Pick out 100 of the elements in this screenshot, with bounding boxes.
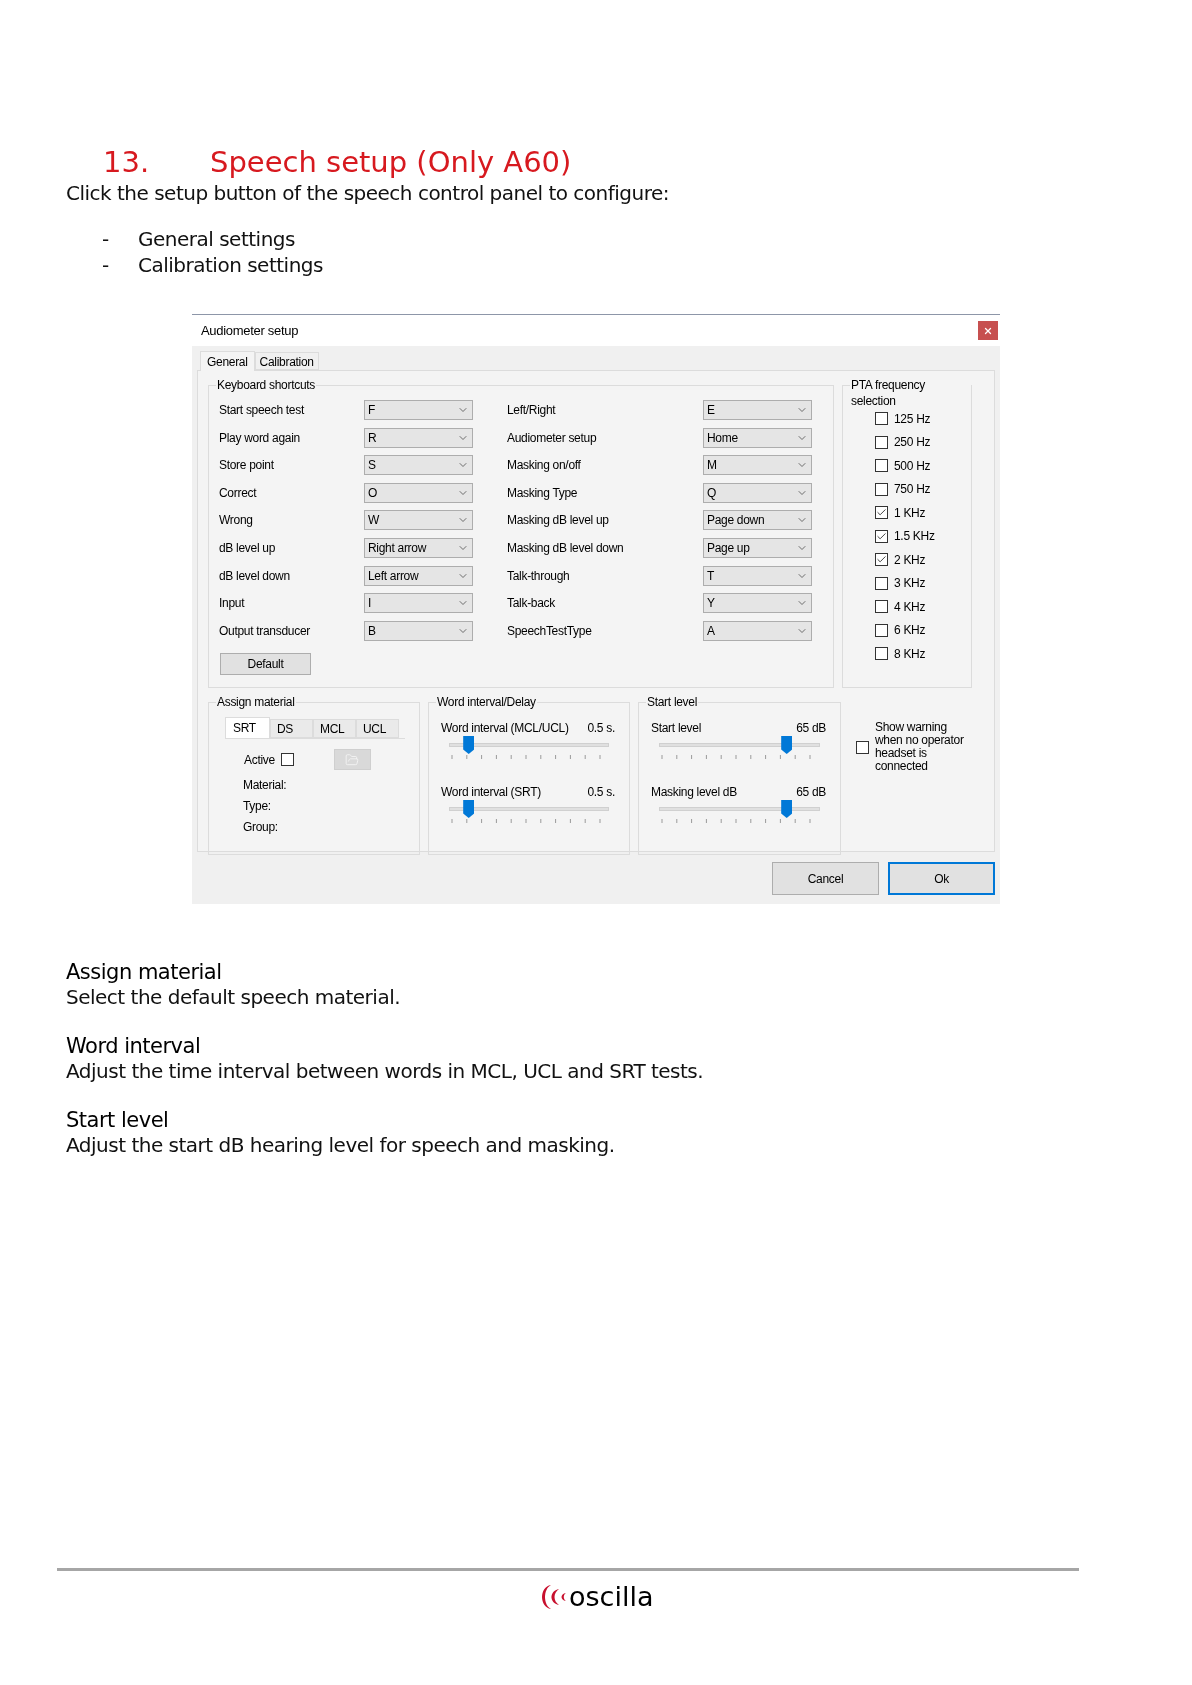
material-tab[interactable]: MCL (313, 719, 356, 738)
group-title: Assign material (216, 694, 296, 710)
slider-label: Word interval (SRT) (441, 784, 541, 801)
heading-title: Speech setup (Only A60) (210, 144, 572, 180)
slider-thumb[interactable] (463, 800, 475, 818)
slider-reading: 65 dB (796, 784, 826, 801)
slider-thumb[interactable] (781, 800, 793, 818)
dropdown[interactable]: E (703, 400, 812, 420)
frequency-label: 750 Hz (894, 481, 931, 498)
default-button[interactable]: Default (220, 652, 311, 675)
tab[interactable]: General (200, 351, 255, 371)
dropdown[interactable]: A (703, 620, 812, 641)
frequency-label: 1.5 KHz (894, 528, 935, 545)
frequency-label: 3 KHz (894, 575, 926, 592)
shortcut-label: Left/Right (507, 402, 557, 419)
dropdown[interactable]: T (703, 565, 812, 586)
close-button[interactable] (978, 321, 998, 340)
dialog-button[interactable]: Ok (888, 862, 995, 895)
shortcut-label: Talk-back (507, 595, 556, 613)
warning-label: Show warning when no operator headset is connected (875, 721, 965, 773)
shortcut-label: Input (219, 595, 246, 613)
dropdown[interactable]: I (364, 593, 473, 614)
checkbox[interactable] (875, 647, 888, 660)
dropdown[interactable]: Page up (703, 537, 812, 558)
frequency-label: 4 KHz (894, 598, 926, 616)
dropdown[interactable]: S (364, 455, 473, 476)
section-text: Adjust the time interval between words in MCL, UCL and SRT tests. (66, 1059, 705, 1084)
bullet-text: Calibration settings (138, 252, 323, 278)
logo-text: oscilla (569, 1582, 654, 1612)
slider-thumb[interactable] (781, 736, 793, 754)
window-title: Audiometer setup (201, 321, 299, 340)
checkbox[interactable] (875, 576, 888, 590)
slider-track[interactable] (449, 800, 609, 818)
slider-thumb[interactable] (463, 736, 475, 754)
material-field-label: Group: (243, 819, 279, 835)
slider-reading: 0.5 s. (587, 720, 615, 737)
slider-track[interactable] (449, 736, 609, 754)
shortcut-label: dB level down (219, 567, 291, 585)
frequency-label: 2 KHz (894, 551, 926, 569)
checkbox[interactable] (856, 740, 869, 754)
material-field-label: Material: (243, 777, 288, 793)
bullet-text: General settings (138, 226, 295, 252)
shortcut-label: Talk-through (507, 567, 571, 585)
dropdown[interactable]: W (364, 510, 473, 531)
heading-number: 13. (103, 144, 151, 180)
shortcut-label: Correct (219, 484, 258, 502)
tab[interactable]: Calibration (254, 352, 319, 370)
frequency-label: 500 Hz (894, 457, 931, 475)
dropdown[interactable]: Page down (703, 510, 812, 531)
group-title: Word interval/Delay (436, 694, 537, 710)
material-tab[interactable]: SRT (225, 717, 270, 738)
close-icon (983, 325, 993, 336)
checkbox[interactable] (875, 459, 888, 472)
dropdown[interactable]: R (364, 427, 473, 448)
section-title: Start level (66, 1108, 170, 1133)
folder-icon (345, 752, 360, 767)
dropdown[interactable]: O (364, 482, 473, 503)
checkbox[interactable] (875, 529, 888, 543)
slider-label: Word interval (MCL/UCL) (441, 720, 569, 737)
shortcut-label: Start speech test (219, 402, 306, 419)
checkbox[interactable] (875, 600, 888, 613)
shortcut-label: dB level up (219, 539, 277, 557)
checkbox[interactable] (875, 623, 888, 637)
dropdown[interactable]: F (364, 400, 473, 420)
shortcut-label: Play word again (219, 429, 301, 447)
material-tab[interactable]: UCL (356, 719, 399, 738)
frequency-label: 125 Hz (894, 410, 931, 428)
frequency-label: 250 Hz (894, 434, 931, 451)
dropdown[interactable]: Home (703, 427, 812, 448)
bullet-marker: - (102, 252, 110, 278)
dropdown[interactable]: B (364, 620, 473, 641)
bullet-marker: - (102, 226, 110, 252)
checkbox[interactable] (875, 506, 888, 519)
shortcut-label: Masking dB level up (507, 512, 610, 530)
checkbox[interactable] (280, 753, 294, 766)
slider-track[interactable] (659, 800, 820, 818)
dialog-button[interactable]: Cancel (772, 862, 879, 895)
checkbox[interactable] (875, 435, 888, 449)
section-title: Assign material (66, 960, 223, 985)
shortcut-label: Masking Type (507, 484, 579, 502)
material-tab[interactable]: DS (270, 719, 313, 738)
shortcut-label: Output transducer (219, 622, 311, 640)
dropdown[interactable]: M (703, 455, 812, 476)
checkbox[interactable] (875, 553, 888, 566)
dropdown[interactable]: Q (703, 482, 812, 503)
slider-reading: 0.5 s. (587, 784, 615, 801)
dropdown[interactable]: Y (703, 593, 812, 614)
checkbox[interactable] (875, 412, 888, 425)
shortcut-label: Masking dB level down (507, 539, 625, 557)
dropdown[interactable]: Right arrow (364, 537, 473, 558)
frequency-label: 1 KHz (894, 504, 926, 522)
shortcut-label: Audiometer setup (507, 429, 598, 447)
active-label: Active (244, 751, 275, 769)
slider-track[interactable] (659, 736, 820, 754)
section-text: Adjust the start dB hearing level for speech and masking. (66, 1133, 616, 1158)
dropdown[interactable]: Left arrow (364, 565, 473, 586)
shortcut-label: Masking on/off (507, 457, 582, 475)
shortcut-label: SpeechTestType (507, 622, 593, 640)
intro-text: Click the setup button of the speech control panel to configure: (65, 180, 671, 206)
checkbox[interactable] (875, 482, 888, 496)
